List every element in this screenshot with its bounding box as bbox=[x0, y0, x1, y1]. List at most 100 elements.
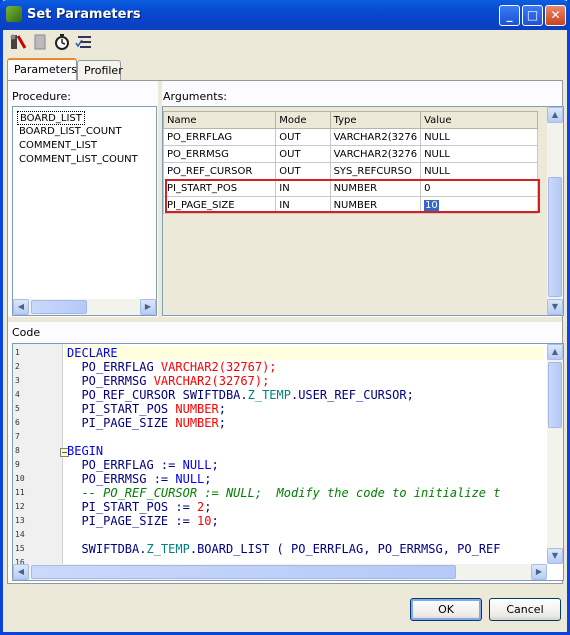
cell-type: VARCHAR2(3276 bbox=[329, 128, 422, 146]
code-token: ; bbox=[211, 514, 219, 528]
highlight-box bbox=[165, 179, 540, 213]
tab-profiler[interactable]: Profiler bbox=[77, 60, 123, 80]
line-number: 9 bbox=[15, 460, 20, 469]
arguments-label: Arguments: bbox=[163, 90, 228, 103]
scroll-thumb[interactable] bbox=[31, 300, 87, 314]
current-line-highlight bbox=[64, 346, 544, 360]
code-token: PO_REF_CURSOR SWIFTDBA. bbox=[67, 388, 248, 402]
cell-value[interactable]: NULL bbox=[420, 128, 538, 146]
code-token: VARCHAR2 bbox=[153, 374, 212, 388]
column-header-value[interactable]: Value bbox=[420, 111, 538, 129]
table-row[interactable]: PO_REF_CURSOR OUT SYS_REFCURSO NULL bbox=[163, 162, 538, 180]
cell-value[interactable]: NULL bbox=[420, 162, 538, 180]
scroll-left-icon[interactable]: ◀ bbox=[13, 299, 29, 315]
table-row[interactable]: PO_ERRMSG OUT VARCHAR2(3276 NULL bbox=[163, 145, 538, 163]
wrench-icon[interactable] bbox=[9, 33, 27, 51]
scroll-thumb[interactable] bbox=[31, 565, 456, 579]
code-horizontal-scrollbar[interactable]: ◀ ▶ bbox=[13, 564, 547, 580]
procedure-label: Procedure: bbox=[12, 90, 71, 103]
window-title: Set Parameters bbox=[27, 7, 141, 22]
code-token: PO_ERRFLAG := bbox=[67, 458, 183, 472]
line-number: 14 bbox=[15, 530, 25, 539]
code-token: DECLARE bbox=[67, 346, 118, 360]
cell-type: SYS_REFCURSO bbox=[329, 162, 422, 180]
cell-mode: OUT bbox=[275, 145, 331, 163]
minimize-button[interactable]: _ bbox=[499, 5, 520, 26]
code-token: .USER_REF_CURSOR; bbox=[290, 388, 414, 402]
code-line: BEGIN bbox=[67, 444, 103, 458]
code-token: PI_START_POS bbox=[67, 402, 176, 416]
procedure-item[interactable]: COMMENT_LIST bbox=[17, 139, 99, 153]
code-line: SWIFTDBA.Z_TEMP.BOARD_LIST ( PO_ERRFLAG,… bbox=[67, 542, 501, 556]
stopwatch-icon[interactable] bbox=[53, 33, 71, 51]
code-line: -- PO_REF_CURSOR := NULL; Modify the cod… bbox=[67, 486, 500, 500]
code-line: DECLARE bbox=[67, 346, 118, 360]
scroll-right-icon[interactable]: ▶ bbox=[531, 564, 547, 580]
arguments-grid[interactable]: Name Mode Type Value PO_ERRFLAG OUT VARC… bbox=[162, 106, 564, 316]
table-row[interactable]: PO_ERRFLAG OUT VARCHAR2(3276 NULL bbox=[163, 128, 538, 146]
code-editor[interactable]: 1 2 3 4 5 6 7 8 9 10 11 12 13 14 15 16 −… bbox=[12, 343, 564, 581]
page-icon[interactable] bbox=[31, 33, 49, 51]
column-header-name[interactable]: Name bbox=[163, 111, 277, 129]
code-token: PI_START_POS := bbox=[67, 500, 198, 514]
column-header-type[interactable]: Type bbox=[329, 111, 422, 129]
procedure-list[interactable]: BOARD_LIST BOARD_LIST_COUNT COMMENT_LIST… bbox=[12, 106, 157, 316]
procedure-item[interactable]: BOARD_LIST bbox=[17, 111, 85, 125]
code-token: ; bbox=[218, 416, 226, 430]
code-comment: -- PO_REF_CURSOR := NULL; Modify the cod… bbox=[67, 486, 501, 500]
cell-name: PO_REF_CURSOR bbox=[163, 162, 277, 180]
code-token: PI_PAGE_SIZE := bbox=[67, 514, 198, 528]
scroll-left-icon[interactable]: ◀ bbox=[13, 564, 29, 580]
code-vertical-scrollbar[interactable]: ▲ ▼ bbox=[547, 344, 563, 564]
scroll-thumb[interactable] bbox=[548, 362, 562, 428]
code-label: Code bbox=[12, 326, 41, 339]
code-line: PO_ERRMSG VARCHAR2(32767); bbox=[67, 374, 269, 388]
cancel-button[interactable]: Cancel bbox=[489, 598, 561, 621]
procedure-horizontal-scrollbar[interactable]: ◀ ▶ bbox=[13, 299, 156, 315]
title-bar[interactable]: Set Parameters _ □ ✕ bbox=[0, 0, 570, 30]
grid-header: Name Mode Type Value bbox=[163, 111, 538, 129]
column-header-mode[interactable]: Mode bbox=[275, 111, 331, 129]
ok-button[interactable]: OK bbox=[410, 598, 482, 621]
code-line: PI_PAGE_SIZE := 10; bbox=[67, 514, 219, 528]
line-number: 8 bbox=[15, 446, 20, 455]
horizontal-splitter[interactable] bbox=[8, 317, 562, 322]
code-token: NUMBER bbox=[175, 402, 219, 416]
scroll-up-icon[interactable]: ▲ bbox=[547, 107, 563, 123]
code-line: PI_PAGE_SIZE NUMBER; bbox=[67, 416, 226, 430]
cell-name: PO_ERRMSG bbox=[163, 145, 277, 163]
code-token: PO_ERRFLAG bbox=[67, 360, 161, 374]
code-line: PO_REF_CURSOR SWIFTDBA.Z_TEMP.USER_REF_C… bbox=[67, 388, 414, 402]
code-token: PO_ERRMSG bbox=[67, 374, 154, 388]
line-number: 11 bbox=[15, 488, 25, 497]
scroll-up-icon[interactable]: ▲ bbox=[547, 344, 563, 360]
code-token: PO_ERRMSG := bbox=[67, 472, 176, 486]
scroll-thumb[interactable] bbox=[548, 177, 562, 297]
code-token: ; bbox=[204, 472, 212, 486]
parameters-panel: Procedure: BOARD_LIST BOARD_LIST_COUNT C… bbox=[7, 80, 564, 584]
procedure-item[interactable]: COMMENT_LIST_COUNT bbox=[17, 153, 140, 167]
code-token: SWIFTDBA. bbox=[67, 542, 147, 556]
scroll-right-icon[interactable]: ▶ bbox=[140, 299, 156, 315]
line-number: 15 bbox=[15, 544, 25, 553]
arguments-vertical-scrollbar[interactable]: ▲ ▼ bbox=[547, 107, 563, 315]
code-token: (32767); bbox=[218, 360, 277, 374]
cell-name: PO_ERRFLAG bbox=[163, 128, 277, 146]
scroll-down-icon[interactable]: ▼ bbox=[547, 548, 563, 564]
cell-value[interactable]: NULL bbox=[420, 145, 538, 163]
app-icon bbox=[6, 6, 22, 22]
list-check-icon[interactable] bbox=[75, 33, 93, 51]
tab-parameters[interactable]: Parameters bbox=[7, 58, 77, 80]
cell-mode: OUT bbox=[275, 128, 331, 146]
code-token: 10 bbox=[197, 514, 212, 528]
code-token: PI_PAGE_SIZE bbox=[67, 416, 176, 430]
line-number: 3 bbox=[15, 376, 20, 385]
code-token: NUMBER bbox=[175, 416, 219, 430]
close-button[interactable]: ✕ bbox=[545, 5, 566, 26]
maximize-button[interactable]: □ bbox=[522, 5, 543, 26]
code-token: (32767); bbox=[211, 374, 270, 388]
scroll-down-icon[interactable]: ▼ bbox=[547, 299, 563, 315]
code-token: .BOARD_LIST ( PO_ERRFLAG, PO_ERRMSG, PO_… bbox=[189, 542, 501, 556]
code-token: VARCHAR2 bbox=[160, 360, 219, 374]
procedure-item[interactable]: BOARD_LIST_COUNT bbox=[17, 125, 124, 139]
